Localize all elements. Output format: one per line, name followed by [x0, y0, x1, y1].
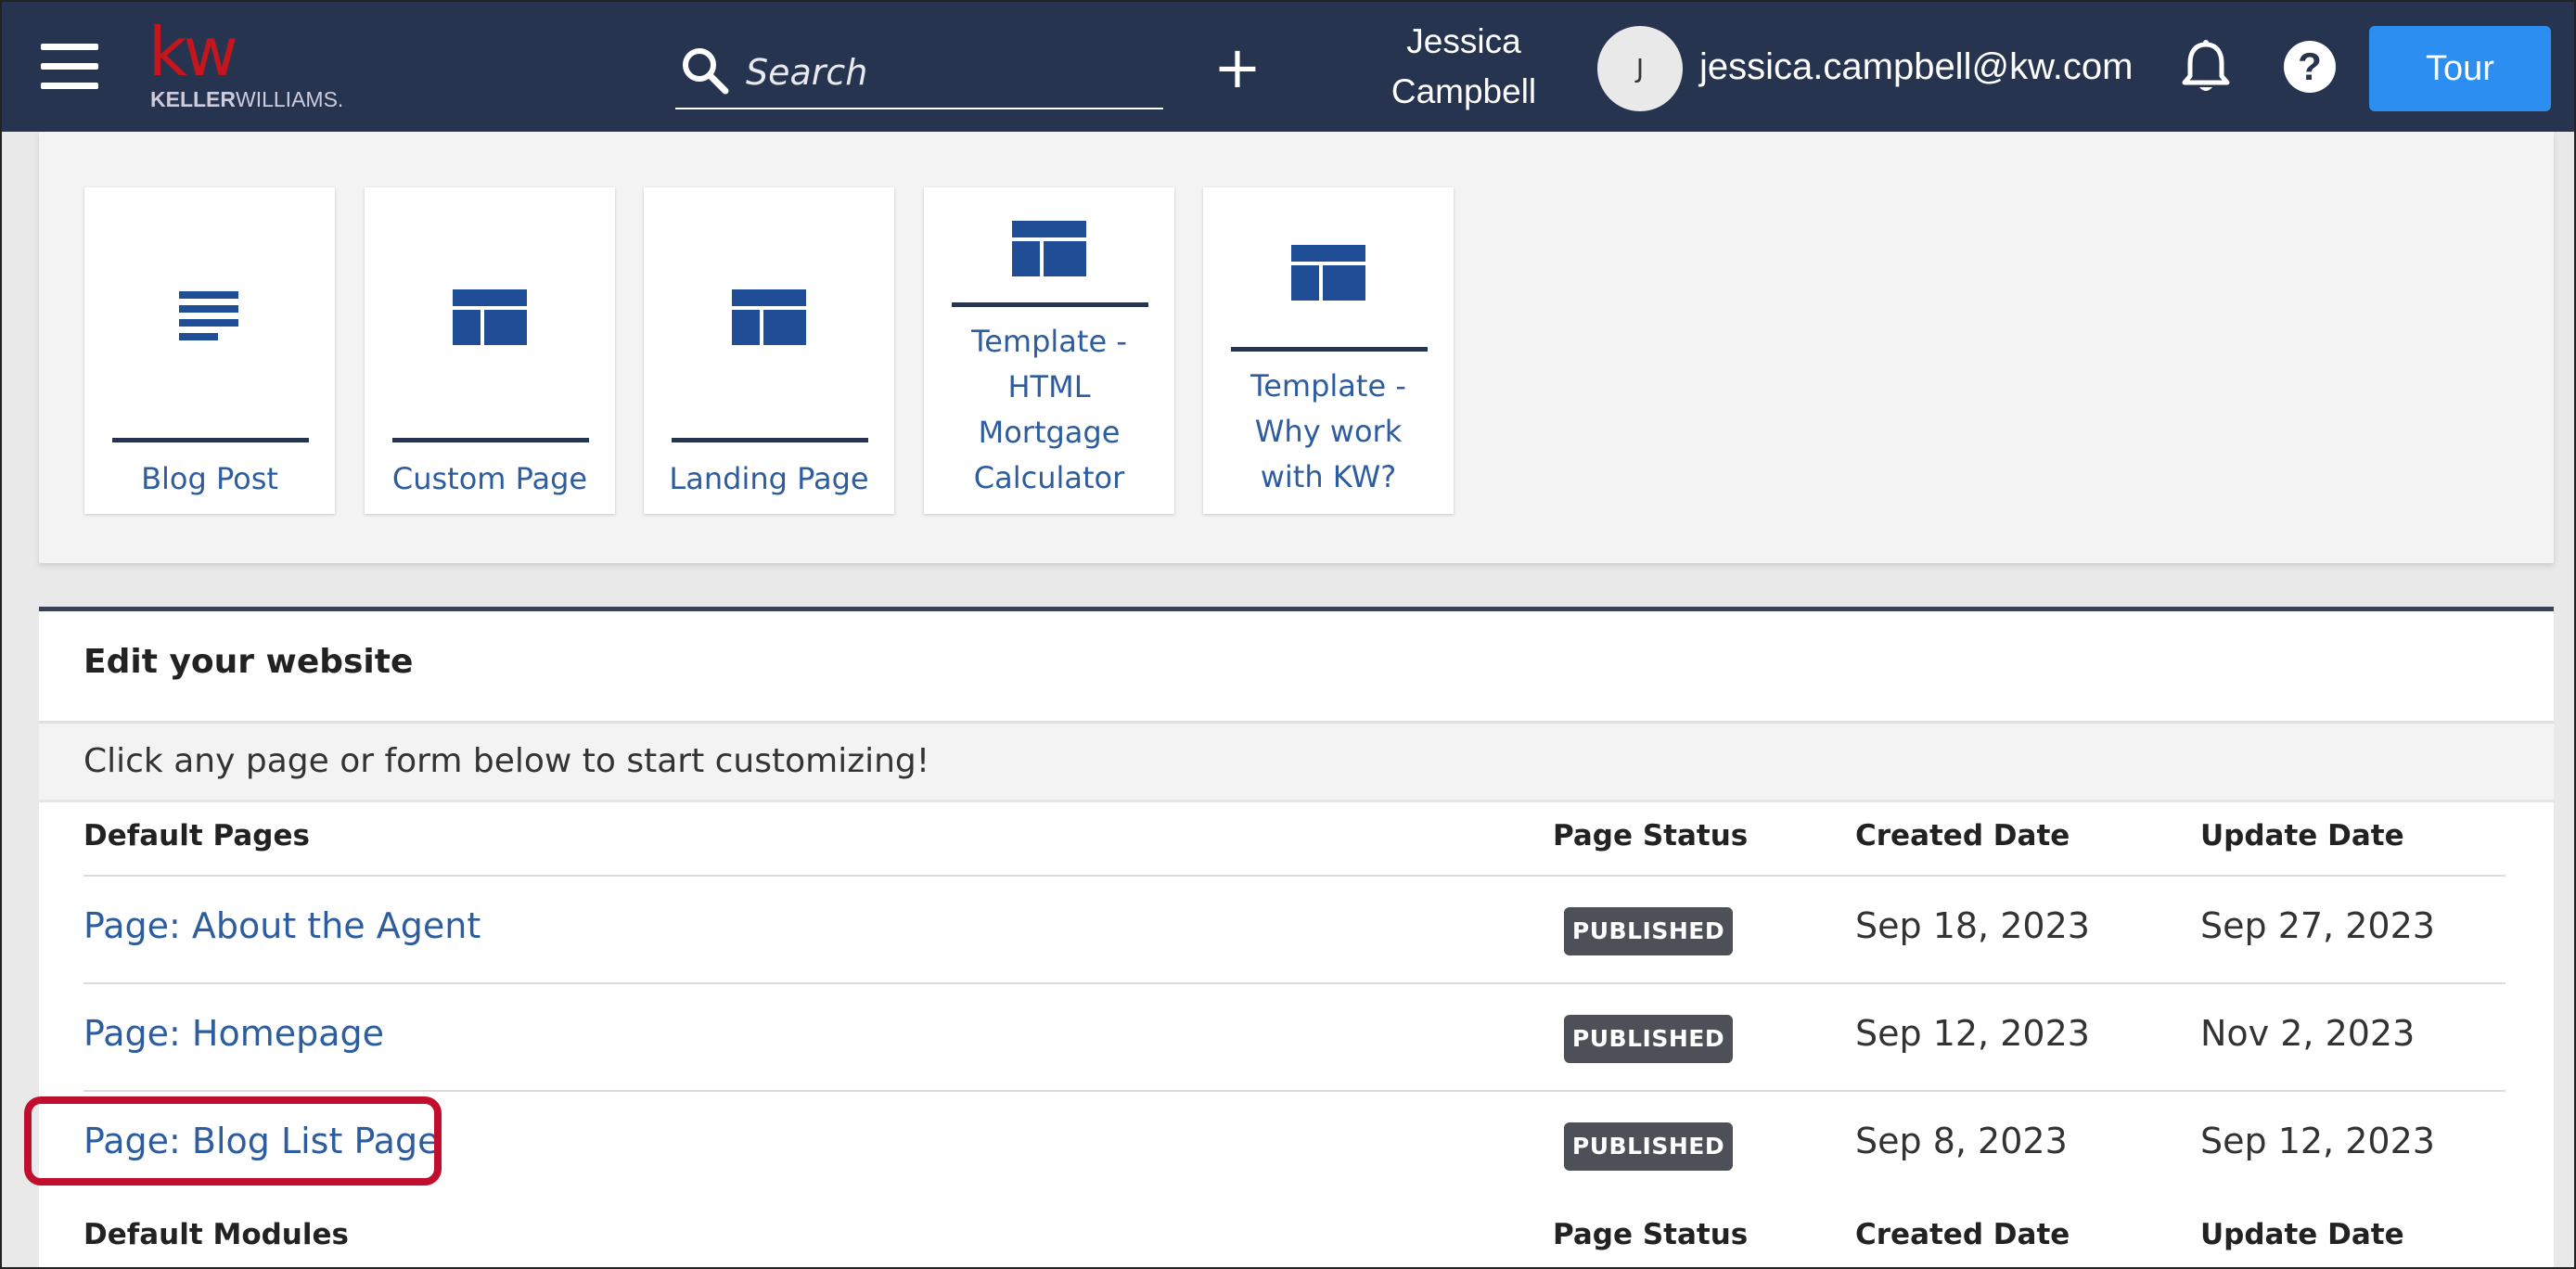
user-name[interactable]: Jessica Campbell [1371, 17, 1557, 117]
template-card-landing-page[interactable]: Landing Page [644, 187, 894, 514]
help-icon[interactable]: ? [2284, 41, 2336, 93]
user-email[interactable]: jessica.campbell@kw.com [1699, 39, 2133, 95]
page-layout-icon [1012, 221, 1086, 276]
section-subtitle-bar: Click any page or form below to start cu… [39, 721, 2554, 802]
row-divider [83, 875, 2506, 877]
template-label: Template - HTML Mortgage Calculator [971, 324, 1127, 495]
user-first-name: Jessica [1406, 22, 1521, 60]
template-card-why-work-with-kw[interactable]: Template - Why work with KW? [1203, 187, 1454, 514]
update-date: Nov 2, 2023 [2200, 1013, 2416, 1054]
col-header-created-date[interactable]: Created Date [1855, 1218, 2070, 1251]
card-divider [952, 302, 1148, 307]
template-gallery: Blog Post Custom Page Landing Page Templ… [39, 132, 2554, 563]
col-header-update-date[interactable]: Update Date [2200, 1218, 2404, 1251]
highlight-annotation [24, 1096, 442, 1186]
user-last-name: Campbell [1391, 72, 1537, 110]
bell-icon[interactable] [2178, 39, 2234, 96]
status-badge: PUBLISHED [1564, 1122, 1733, 1171]
blog-post-icon [179, 291, 238, 340]
col-header-default-modules: Default Modules [83, 1218, 349, 1251]
col-header-default-pages: Default Pages [83, 819, 310, 852]
logo-subtext: KELLERWILLIAMS. [150, 87, 344, 111]
page-link-about-agent[interactable]: Page: About the Agent [83, 905, 481, 946]
created-date: Sep 12, 2023 [1855, 1013, 2090, 1054]
col-header-update-date[interactable]: Update Date [2200, 819, 2404, 852]
page-layout-icon [453, 289, 527, 345]
page-layout-icon [1291, 245, 1365, 301]
card-divider [672, 438, 868, 442]
top-nav-bar: kw KELLERWILLIAMS. + Jessica Campbell J … [2, 2, 2574, 132]
avatar[interactable]: J [1597, 26, 1683, 111]
template-label: Custom Page [391, 461, 588, 496]
app-window: kw KELLERWILLIAMS. + Jessica Campbell J … [0, 0, 2576, 1269]
card-divider [1231, 347, 1428, 352]
search-input[interactable] [744, 48, 1156, 96]
status-badge: PUBLISHED [1564, 907, 1733, 955]
menu-icon[interactable] [41, 44, 98, 90]
card-divider [392, 438, 589, 442]
col-header-created-date[interactable]: Created Date [1855, 819, 2070, 852]
page-layout-icon [732, 289, 806, 345]
update-date: Sep 27, 2023 [2200, 905, 2435, 946]
status-badge: PUBLISHED [1564, 1015, 1733, 1063]
section-title: Edit your website [83, 643, 414, 681]
col-header-page-status[interactable]: Page Status [1553, 819, 1748, 852]
logo-kw-text: kw [148, 13, 238, 91]
search-icon[interactable] [679, 45, 729, 95]
search-bar [675, 39, 1163, 109]
template-card-blog-post[interactable]: Blog Post [84, 187, 335, 514]
section-subtitle: Click any page or form below to start cu… [83, 742, 930, 780]
tour-button[interactable]: Tour [2369, 26, 2551, 111]
row-divider [83, 982, 2506, 984]
update-date: Sep 12, 2023 [2200, 1121, 2435, 1161]
template-card-mortgage-calculator[interactable]: Template - HTML Mortgage Calculator [924, 187, 1174, 514]
card-divider [112, 438, 309, 442]
keller-williams-logo[interactable]: kw KELLERWILLIAMS. [148, 13, 344, 115]
created-date: Sep 18, 2023 [1855, 905, 2090, 946]
row-divider [83, 1090, 2506, 1092]
col-header-page-status[interactable]: Page Status [1553, 1218, 1748, 1251]
created-date: Sep 8, 2023 [1855, 1121, 2068, 1161]
page-link-homepage[interactable]: Page: Homepage [83, 1013, 384, 1054]
template-label: Template - Why work with KW? [1250, 368, 1406, 494]
template-card-custom-page[interactable]: Custom Page [365, 187, 615, 514]
template-label: Blog Post [141, 461, 278, 496]
template-label: Landing Page [669, 461, 869, 496]
add-button[interactable]: + [1210, 35, 1265, 100]
